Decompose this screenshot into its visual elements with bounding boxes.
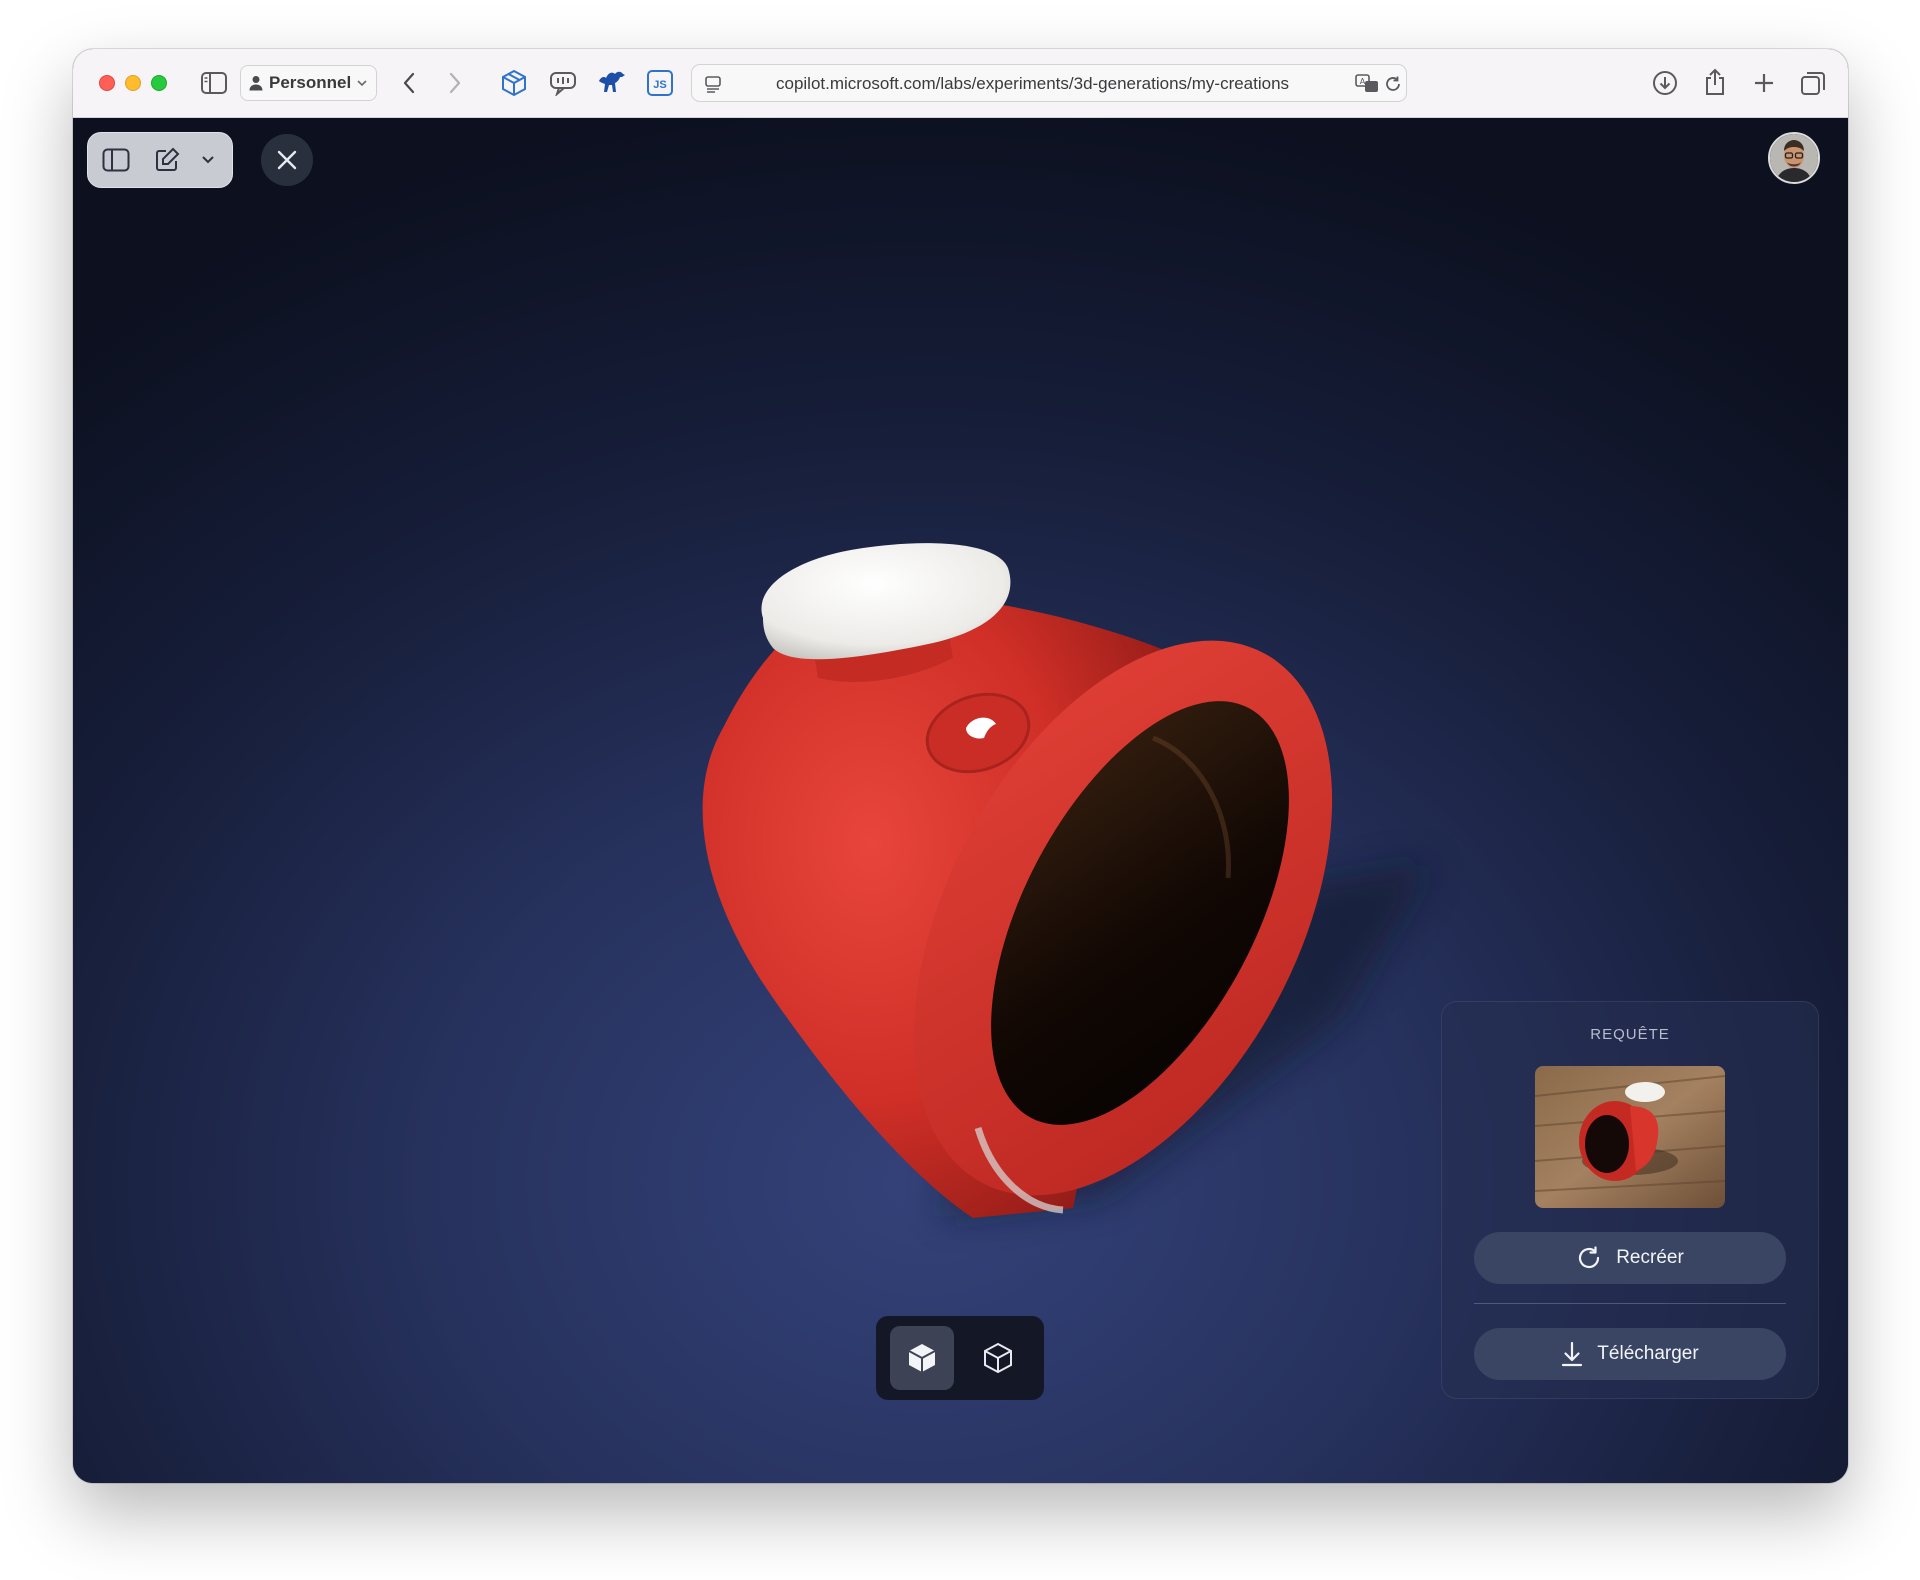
solid-cube-icon — [908, 1344, 936, 1372]
recreate-label: Recréer — [1616, 1247, 1684, 1268]
page-icon[interactable] — [700, 71, 726, 97]
avatar[interactable] — [1768, 132, 1820, 184]
request-thumbnail[interactable] — [1535, 1066, 1725, 1208]
download-button[interactable]: Télécharger — [1474, 1328, 1786, 1380]
chat-tools-group — [87, 132, 233, 188]
chevron-right-icon[interactable] — [443, 69, 467, 97]
sidebar-toggle-icon[interactable] — [100, 145, 132, 175]
chevron-down-icon[interactable] — [198, 149, 218, 171]
3d-viewer[interactable]: REQUÊTE Recréer Télécharger — [73, 118, 1848, 1483]
wireframe-cube-icon — [984, 1342, 1012, 1374]
close-window-button[interactable] — [99, 75, 115, 91]
address-bar[interactable]: copilot.microsoft.com/labs/experiments/3… — [691, 64, 1407, 102]
view-mode-toggle — [876, 1316, 1044, 1400]
js-icon[interactable]: JS — [646, 69, 674, 97]
profile-label: Personnel — [269, 73, 352, 92]
profile-selector[interactable]: Personnel — [240, 65, 377, 101]
recreate-button[interactable]: Recréer — [1474, 1232, 1786, 1284]
close-button[interactable] — [261, 134, 313, 186]
wireframe-view-button[interactable] — [966, 1326, 1030, 1390]
download-arrow-icon — [1562, 1341, 1583, 1367]
plus-icon[interactable] — [1748, 67, 1780, 99]
new-chat-icon[interactable] — [152, 145, 182, 175]
download-icon[interactable] — [1649, 67, 1681, 99]
sidebar-icon[interactable] — [199, 69, 229, 97]
refresh-icon — [1579, 1246, 1600, 1269]
panel-title: REQUÊTE — [1590, 1026, 1670, 1043]
tabs-icon[interactable] — [1797, 67, 1829, 99]
chevron-left-icon[interactable] — [397, 69, 421, 97]
svg-text:A: A — [1360, 77, 1366, 86]
request-panel: REQUÊTE Recréer Télécharger — [1441, 1001, 1819, 1399]
speech-bubble-icon[interactable] — [547, 69, 579, 97]
close-icon — [277, 150, 297, 170]
camel-icon[interactable] — [596, 67, 628, 99]
person-icon — [249, 76, 263, 91]
reload-icon[interactable] — [1382, 73, 1404, 95]
browser-window: Personnel JS copilot.microsoft.com/labs/… — [73, 49, 1848, 1483]
translate-icon[interactable]: A — [1354, 72, 1380, 96]
share-icon[interactable] — [1699, 65, 1731, 99]
panel-divider — [1474, 1303, 1786, 1304]
package-icon[interactable] — [499, 68, 529, 98]
svg-text:JS: JS — [653, 79, 666, 91]
browser-toolbar: Personnel JS copilot.microsoft.com/labs/… — [73, 49, 1848, 118]
zoom-window-button[interactable] — [151, 75, 167, 91]
download-label: Télécharger — [1597, 1343, 1699, 1364]
minimize-window-button[interactable] — [125, 75, 141, 91]
solid-view-button[interactable] — [890, 1326, 954, 1390]
chevron-down-icon — [357, 80, 367, 87]
url-text[interactable]: copilot.microsoft.com/labs/experiments/3… — [776, 74, 1289, 94]
